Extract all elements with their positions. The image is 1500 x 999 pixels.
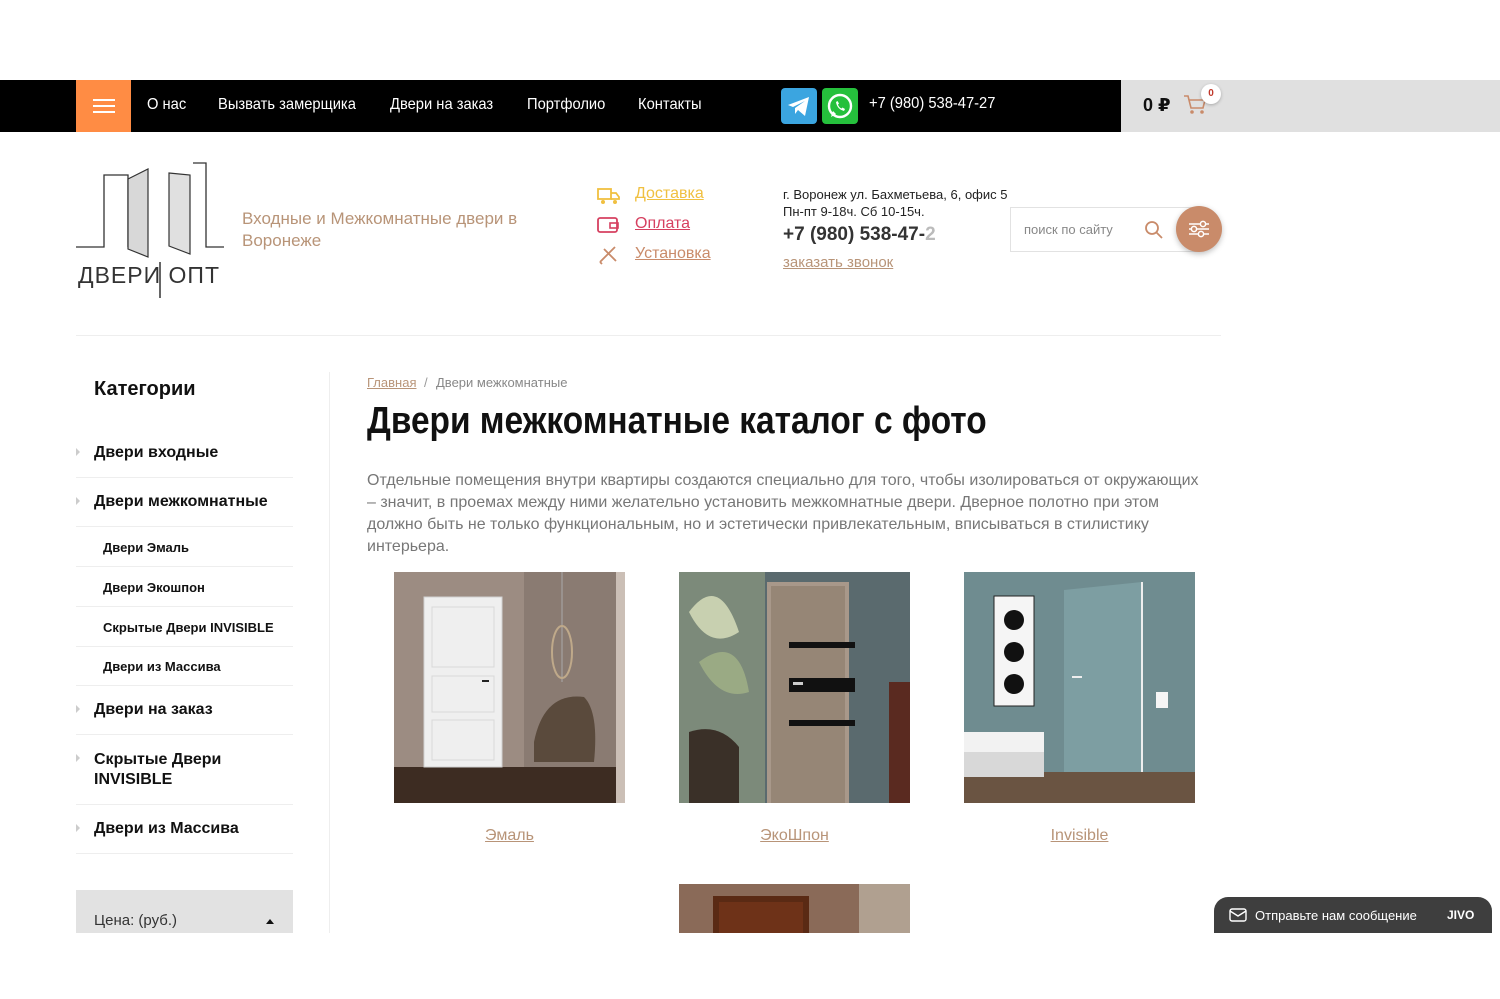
- wallet-icon: [597, 217, 619, 233]
- breadcrumb-separator: /: [424, 375, 428, 390]
- chevron-right-icon: [76, 705, 80, 713]
- callback-link[interactable]: заказать звонок: [783, 254, 893, 271]
- sidebar-item-invisible-doors[interactable]: Скрытые Двери INVISIBLE: [76, 735, 293, 805]
- nav-link-portfolio[interactable]: Портфолио: [527, 96, 605, 114]
- sidebar-item-label: Двери межкомнатные: [94, 493, 268, 510]
- sidebar-subitem-solid-wood[interactable]: Двери из Массива: [76, 647, 293, 686]
- category-image-solid-wood[interactable]: [679, 884, 910, 933]
- category-image-enamel[interactable]: [394, 572, 625, 803]
- jivo-logo: JIVO: [1447, 908, 1475, 922]
- sidebar-item-label: Двери из Массива: [103, 659, 221, 674]
- top-phone[interactable]: +7 (980) 538-47-27: [869, 95, 995, 113]
- category-link-invisible[interactable]: Invisible: [964, 827, 1195, 845]
- category-image-ecoveneer[interactable]: [679, 572, 910, 803]
- sidebar-subitem-enamel[interactable]: Двери Эмаль: [76, 527, 293, 567]
- address: г. Воронеж ул. Бахметьева, 6, офис 5: [783, 187, 1008, 202]
- page-bottom-blank: [0, 933, 1500, 999]
- sidebar-item-label: Двери входные: [94, 444, 219, 461]
- sidebar-item-label: Скрытые Двери INVISIBLE: [103, 620, 274, 635]
- search-icon[interactable]: [1144, 220, 1164, 240]
- chevron-right-icon: [76, 497, 80, 505]
- nav-link-contacts[interactable]: Контакты: [638, 96, 702, 114]
- sliders-icon: [1189, 220, 1209, 238]
- cart-sum[interactable]: 0 ₽: [1143, 95, 1171, 116]
- category-image-invisible[interactable]: [964, 572, 1195, 803]
- payment-link[interactable]: Оплата: [635, 215, 690, 233]
- truck-icon: [597, 188, 620, 204]
- chat-widget-text: Отправьте нам сообщение: [1255, 908, 1417, 923]
- header-phone[interactable]: +7 (980) 538-47-2: [783, 224, 936, 246]
- header-divider: [76, 335, 1221, 336]
- chevron-right-icon: [76, 754, 80, 762]
- intro-text: Отдельные помещения внутри квартиры созд…: [367, 472, 1199, 555]
- sidebar-item-label: Скрытые Двери INVISIBLE: [94, 751, 222, 788]
- sidebar-item-custom-doors[interactable]: Двери на заказ: [76, 686, 293, 735]
- cart-count-badge: 0: [1201, 84, 1221, 104]
- caret-up-icon: [266, 919, 274, 924]
- envelope-icon: [1229, 908, 1247, 922]
- cart-area: [1121, 80, 1500, 132]
- search-placeholder: поиск по сайту: [1024, 222, 1113, 237]
- sidebar-subitem-invisible[interactable]: Скрытые Двери INVISIBLE: [76, 607, 293, 647]
- delivery-link[interactable]: Доставка: [635, 185, 704, 203]
- page-title: Двери межкомнатные каталог с фото: [367, 400, 987, 442]
- chevron-right-icon: [76, 448, 80, 456]
- category-link-enamel[interactable]: Эмаль: [394, 827, 625, 845]
- breadcrumb-home[interactable]: Главная: [367, 375, 416, 390]
- nav-link-about[interactable]: О нас: [147, 96, 186, 114]
- sidebar-item-label: Двери на заказ: [94, 701, 213, 718]
- sidebar-item-entrance-doors[interactable]: Двери входные: [76, 429, 293, 478]
- menu-burger-button[interactable]: [76, 80, 131, 132]
- working-hours: Пн-пт 9-18ч. Сб 10-15ч.: [783, 204, 925, 219]
- chat-widget-button[interactable]: Отправьте нам сообщение JIVO: [1214, 897, 1492, 933]
- telegram-icon[interactable]: [781, 88, 817, 124]
- header-phone-fade: 2: [925, 224, 936, 245]
- sidebar-item-label: Двери из Массива: [94, 820, 239, 837]
- nav-link-custom-doors[interactable]: Двери на заказ: [390, 96, 493, 114]
- header-phone-number: +7 (980) 538-47-: [783, 224, 926, 245]
- sidebar-item-interior-doors[interactable]: Двери межкомнатные: [76, 478, 293, 527]
- whatsapp-icon[interactable]: [822, 88, 858, 124]
- price-filter-toggle[interactable]: Цена: (руб.): [76, 890, 293, 933]
- tagline: Входные и Межкомнатные двери в Воронеже: [242, 209, 518, 250]
- filter-button[interactable]: [1176, 206, 1222, 252]
- logo-text: ДВЕРИ ОПТ: [78, 262, 220, 288]
- chevron-right-icon: [76, 824, 80, 832]
- top-nav-bar: О нас Вызвать замерщика Двери на заказ П…: [0, 80, 1500, 132]
- nav-link-measurer[interactable]: Вызвать замерщика: [218, 96, 356, 114]
- breadcrumb-current: Двери межкомнатные: [436, 375, 568, 390]
- sidebar-item-label: Двери Экошпон: [103, 580, 205, 595]
- sidebar-subitem-ecoveneer[interactable]: Двери Экошпон: [76, 567, 293, 607]
- sidebar-item-solid-doors[interactable]: Двери из Массива: [76, 805, 293, 854]
- category-link-ecoveneer[interactable]: ЭкоШпон: [679, 827, 910, 845]
- price-filter-label: Цена: (руб.): [94, 912, 177, 929]
- tools-icon: [599, 246, 617, 265]
- sidebar-divider: [329, 372, 330, 933]
- install-link[interactable]: Установка: [635, 245, 711, 263]
- sidebar-item-label: Двери Эмаль: [103, 540, 190, 555]
- search-input[interactable]: поиск по сайту: [1010, 207, 1200, 252]
- sidebar-title: Категории: [94, 378, 196, 400]
